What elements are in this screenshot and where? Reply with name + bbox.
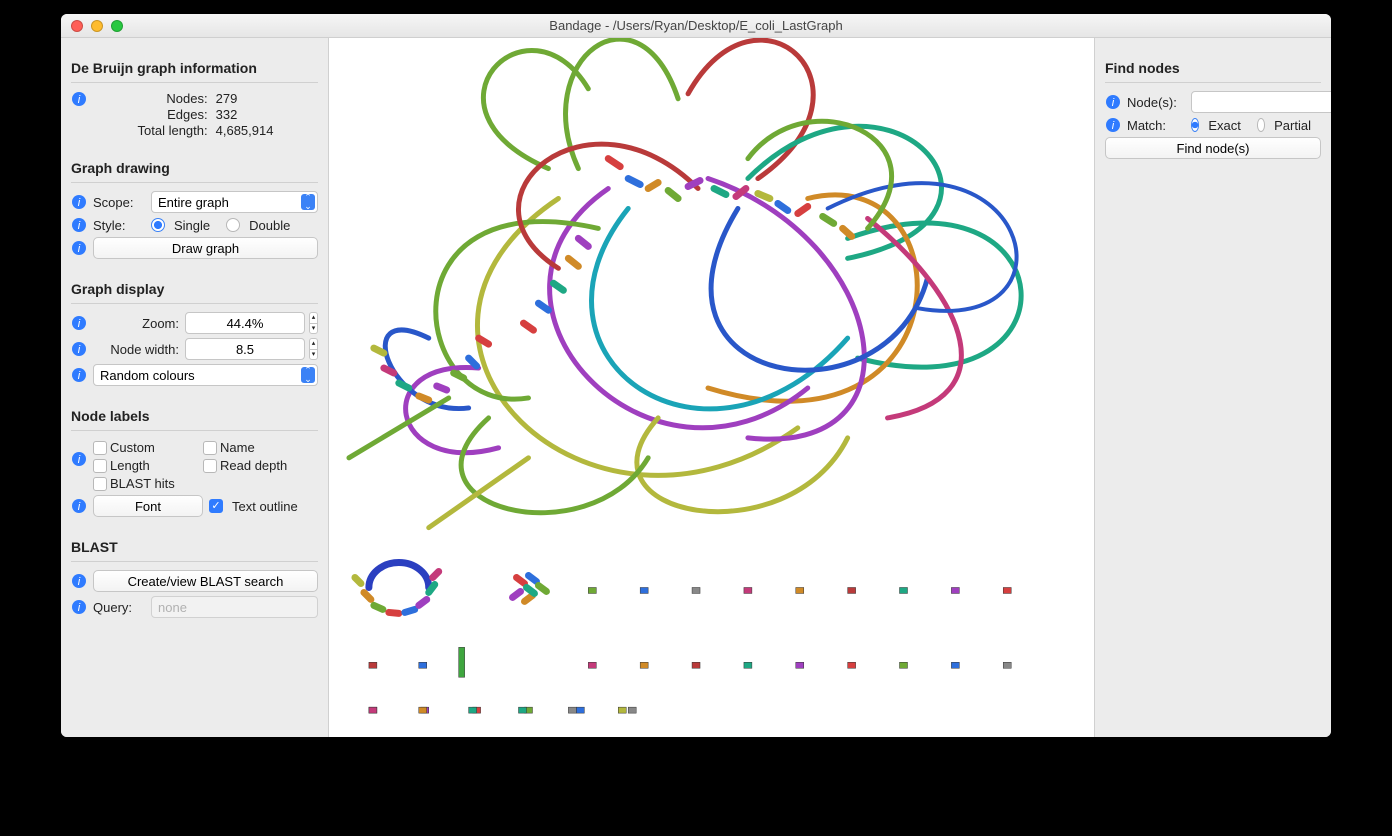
blast-heading: BLAST xyxy=(71,539,318,555)
query-label: Query: xyxy=(93,600,145,615)
info-icon[interactable]: i xyxy=(71,367,87,383)
edges-value: 332 xyxy=(216,107,274,122)
match-partial-radio[interactable] xyxy=(1257,118,1265,132)
custom-check[interactable] xyxy=(93,441,107,455)
info-icon[interactable]: i xyxy=(71,498,87,514)
scope-row: i Scope: Entire graph xyxy=(71,191,318,213)
debruijn-heading: De Bruijn graph information xyxy=(71,60,318,76)
info-icon[interactable]: i xyxy=(71,217,87,233)
labels-check-grid: Custom Name Length Read depth BLAST hits xyxy=(93,439,313,491)
textoutline-label: Text outline xyxy=(232,499,298,514)
nodewidth-row: i Node width: ▴▾ xyxy=(71,338,318,360)
blasthits-check[interactable] xyxy=(93,477,107,491)
nodewidth-label: Node width: xyxy=(93,342,179,357)
titlebar: Bandage - /Users/Ryan/Desktop/E_coli_Las… xyxy=(61,14,1331,38)
draw-row: i Draw graph xyxy=(71,237,318,259)
graph-visualization xyxy=(329,38,1094,737)
style-double-radio[interactable] xyxy=(226,218,240,232)
info-icon[interactable]: i xyxy=(1105,94,1121,110)
font-row: i Font Text outline xyxy=(71,495,318,517)
info-icon[interactable]: i xyxy=(71,194,87,210)
debruijn-info-row: i Nodes: 279 Edges: 332 Total length: 4,… xyxy=(71,91,318,138)
info-icon[interactable]: i xyxy=(71,341,87,357)
edges-label: Edges: xyxy=(138,107,208,122)
nodewidth-input[interactable] xyxy=(185,338,305,360)
zoom-stepper[interactable]: ▴▾ xyxy=(309,312,318,334)
nodewidth-stepper[interactable]: ▴▾ xyxy=(309,338,318,360)
info-icon[interactable]: i xyxy=(71,91,87,107)
blast-query-row: i Query: none xyxy=(71,596,318,618)
graph-canvas[interactable] xyxy=(328,38,1095,737)
info-icon[interactable]: i xyxy=(71,451,87,467)
match-partial-label: Partial xyxy=(1274,118,1311,133)
labels-heading: Node labels xyxy=(71,408,318,424)
length-label: Length xyxy=(110,458,150,473)
blast-create-row: i Create/view BLAST search xyxy=(71,570,318,592)
find-heading: Find nodes xyxy=(1105,60,1321,76)
match-exact-radio[interactable] xyxy=(1191,118,1199,132)
style-label: Style: xyxy=(93,218,145,233)
blast-create-button[interactable]: Create/view BLAST search xyxy=(93,570,318,592)
drawing-heading: Graph drawing xyxy=(71,160,318,176)
blasthits-label: BLAST hits xyxy=(110,476,175,491)
info-icon[interactable]: i xyxy=(71,240,87,256)
separator xyxy=(71,561,318,562)
nodes-input[interactable] xyxy=(1191,91,1331,113)
find-nodes-row: i Node(s): xyxy=(1105,91,1321,113)
content: De Bruijn graph information i Nodes: 279… xyxy=(61,38,1331,737)
zoom-label: Zoom: xyxy=(93,316,179,331)
length-check[interactable] xyxy=(93,459,107,473)
length-value: 4,685,914 xyxy=(216,123,274,138)
query-select: none xyxy=(151,596,318,618)
name-check[interactable] xyxy=(203,441,217,455)
info-icon[interactable]: i xyxy=(1105,117,1121,133)
scope-select[interactable]: Entire graph xyxy=(151,191,318,213)
match-exact-label: Exact xyxy=(1208,118,1241,133)
style-single-label: Single xyxy=(174,218,210,233)
nodes-field-label: Node(s): xyxy=(1127,95,1185,110)
app-window: Bandage - /Users/Ryan/Desktop/E_coli_Las… xyxy=(61,14,1331,737)
separator xyxy=(71,303,318,304)
info-icon[interactable]: i xyxy=(71,315,87,331)
name-label: Name xyxy=(220,440,255,455)
labels-checks-row: i Custom Name Length Read depth BLAST hi… xyxy=(71,439,318,491)
scope-label: Scope: xyxy=(93,195,145,210)
zoom-input[interactable] xyxy=(185,312,305,334)
style-single-radio[interactable] xyxy=(151,218,165,232)
right-sidebar: Find nodes i Node(s): i Match: Exact Par… xyxy=(1095,38,1331,737)
nodes-label: Nodes: xyxy=(138,91,208,106)
info-icon[interactable]: i xyxy=(71,573,87,589)
colour-select[interactable]: Random colours xyxy=(93,364,318,386)
info-icon[interactable]: i xyxy=(71,599,87,615)
match-label: Match: xyxy=(1127,118,1185,133)
nodes-value: 279 xyxy=(216,91,274,106)
graph-stats: Nodes: 279 Edges: 332 Total length: 4,68… xyxy=(138,91,274,138)
length-label: Total length: xyxy=(138,123,208,138)
custom-label: Custom xyxy=(110,440,155,455)
textoutline-check[interactable] xyxy=(209,499,223,513)
colour-row: i Random colours xyxy=(71,364,318,386)
separator xyxy=(71,182,318,183)
find-button-row: Find node(s) xyxy=(1105,137,1321,159)
display-heading: Graph display xyxy=(71,281,318,297)
draw-graph-button[interactable]: Draw graph xyxy=(93,237,318,259)
window-title: Bandage - /Users/Ryan/Desktop/E_coli_Las… xyxy=(61,18,1331,33)
zoom-row: i Zoom: ▴▾ xyxy=(71,312,318,334)
font-button[interactable]: Font xyxy=(93,495,203,517)
style-double-label: Double xyxy=(249,218,290,233)
style-row: i Style: Single Double xyxy=(71,217,318,233)
find-nodes-button[interactable]: Find node(s) xyxy=(1105,137,1321,159)
left-sidebar: De Bruijn graph information i Nodes: 279… xyxy=(61,38,328,737)
separator xyxy=(71,82,318,83)
readdepth-label: Read depth xyxy=(220,458,287,473)
separator xyxy=(1105,82,1321,83)
separator xyxy=(71,430,318,431)
readdepth-check[interactable] xyxy=(203,459,217,473)
match-row: i Match: Exact Partial xyxy=(1105,117,1321,133)
